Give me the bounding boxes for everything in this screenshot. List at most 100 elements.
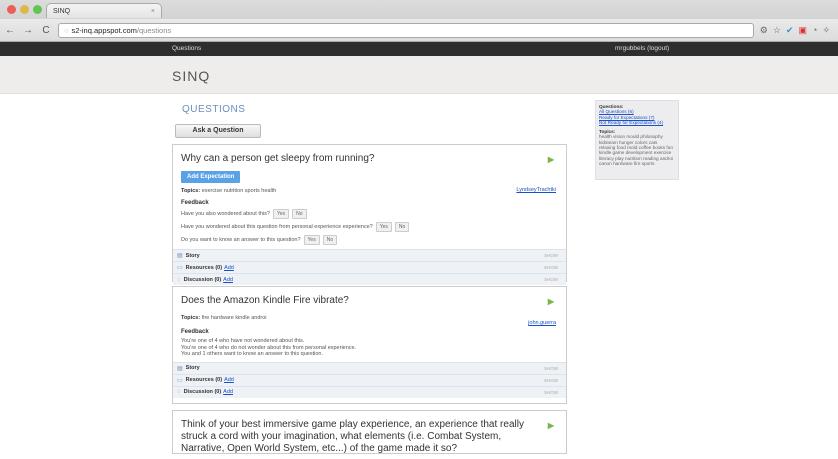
add-discussion-link[interactable]: Add bbox=[223, 277, 233, 283]
topics-value: exercise nutrition sports health bbox=[201, 188, 277, 194]
sidebar: Questions: All Questions (6) Ready for E… bbox=[595, 100, 679, 180]
add-resource-link[interactable]: Add bbox=[224, 377, 234, 383]
resources-icon: ▭ bbox=[177, 265, 183, 271]
forward-icon[interactable]: → bbox=[22, 25, 34, 36]
story-icon: ▤ bbox=[177, 365, 183, 372]
zoom-window-icon[interactable] bbox=[33, 5, 42, 14]
tab-close-icon[interactable]: × bbox=[151, 8, 155, 15]
url-host: s2-inq.appspot.com bbox=[71, 25, 137, 35]
page-icon: ◌ bbox=[64, 25, 69, 35]
topics-label: Topics: bbox=[181, 188, 201, 194]
show-toggle[interactable]: SHOW bbox=[544, 253, 558, 258]
site-logo[interactable]: SINQ bbox=[172, 68, 210, 84]
discussion-label: Discussion (0) bbox=[183, 276, 222, 283]
discussion-section: ◌ Discussion (0) Add SHOW bbox=[173, 273, 566, 285]
page-title: QUESTIONS bbox=[182, 104, 246, 115]
resources-label: Resources (0) bbox=[185, 264, 223, 271]
check-extension-icon[interactable]: ✔ bbox=[786, 25, 794, 36]
feedback-question: Do you want to know an answer to this qu… bbox=[181, 237, 301, 243]
browser-toolbar: ← → C ◌ s2-inq.appspot.com/questions ⚙ ☆… bbox=[0, 19, 838, 41]
show-toggle[interactable]: SHOW bbox=[544, 265, 558, 270]
feedback-heading: Feedback bbox=[181, 200, 209, 206]
discussion-label: Discussion (0) bbox=[183, 389, 222, 395]
address-bar[interactable]: ◌ s2-inq.appspot.com/questions bbox=[58, 22, 754, 38]
feedback-row: Do you want to know an answer to this qu… bbox=[181, 235, 558, 245]
question-topics: Topics: fire hardware kindle androi bbox=[181, 315, 558, 321]
feedback-row: Have you wondered about this question fr… bbox=[181, 222, 558, 232]
question-body: Does the Amazon Kindle Fire vibrate? Top… bbox=[173, 287, 566, 362]
story-label: Story bbox=[185, 252, 200, 259]
no-button[interactable]: No bbox=[322, 235, 338, 245]
yes-button[interactable]: Yes bbox=[303, 235, 320, 245]
topics-label: Topics: bbox=[181, 315, 201, 321]
question-topics: Topics: exercise nutrition sports health bbox=[181, 188, 558, 194]
show-toggle[interactable]: SHOW bbox=[544, 366, 558, 371]
minimize-window-icon[interactable] bbox=[20, 5, 29, 14]
discussion-icon: ◌ bbox=[177, 389, 181, 395]
tab-title: SINQ bbox=[53, 7, 71, 15]
add-discussion-link[interactable]: Add bbox=[223, 389, 233, 395]
question-body: Why can a person get sleepy from running… bbox=[173, 145, 566, 249]
sidebar-not-ready-link[interactable]: Not Ready for Expectations (4) bbox=[599, 120, 663, 125]
extension-icon-2[interactable]: ✧ bbox=[822, 25, 830, 36]
discussion-icon: ◌ bbox=[177, 276, 181, 283]
pdf-extension-icon[interactable]: ▣ bbox=[799, 25, 808, 36]
discussion-section: ◌ Discussion (0) Add SHOW bbox=[173, 385, 566, 398]
show-toggle[interactable]: SHOW bbox=[544, 390, 558, 395]
feedback-question: Have you wondered about this question fr… bbox=[181, 224, 373, 230]
user-logout-link[interactable]: mrgubbels (logout) bbox=[615, 45, 669, 52]
window-controls bbox=[7, 5, 42, 14]
no-button[interactable]: No bbox=[394, 222, 410, 232]
show-toggle[interactable]: SHOW bbox=[544, 277, 558, 282]
question-title[interactable]: Think of your best immersive game play e… bbox=[181, 419, 536, 455]
questions-nav-link[interactable]: Questions bbox=[172, 45, 201, 52]
ask-question-button[interactable]: Ask a Question bbox=[175, 124, 261, 138]
browser-chrome: SINQ × ← → C ◌ s2-inq.appspot.com/questi… bbox=[0, 0, 838, 42]
story-section: ▤ Story SHOW bbox=[173, 361, 566, 374]
url-path: /questions bbox=[136, 25, 172, 35]
add-resource-link[interactable]: Add bbox=[224, 265, 234, 271]
resources-section: ▭ Resources (0) Add SHOW bbox=[173, 373, 566, 386]
feedback-row: Have you also wondered about this? Yes N… bbox=[181, 209, 558, 219]
yes-button[interactable]: Yes bbox=[272, 209, 290, 219]
resources-section: ▭ Resources (0) Add SHOW bbox=[173, 261, 566, 273]
story-icon: ▤ bbox=[177, 253, 183, 259]
topics-value: fire hardware kindle androi bbox=[201, 315, 267, 321]
sidebar-all-questions-link[interactable]: All Questions (6) bbox=[599, 109, 634, 114]
feedback-question: Have you also wondered about this? bbox=[181, 211, 270, 217]
story-section: ▤ Story SHOW bbox=[173, 249, 566, 261]
reload-icon[interactable]: C bbox=[40, 25, 52, 36]
question-body: Think of your best immersive game play e… bbox=[173, 411, 566, 459]
extension-icon[interactable]: ◔ bbox=[812, 25, 817, 36]
resources-label: Resources (0) bbox=[185, 377, 223, 383]
yes-button[interactable]: Yes bbox=[375, 222, 392, 232]
flag-icon[interactable]: ▶ bbox=[548, 155, 554, 164]
no-button[interactable]: No bbox=[292, 209, 307, 219]
question-card: ▶ Think of your best immersive game play… bbox=[172, 410, 567, 454]
bookmark-star-icon[interactable]: ☆ bbox=[773, 25, 781, 36]
question-author-link[interactable]: john.guerra bbox=[528, 320, 556, 326]
question-title[interactable]: Does the Amazon Kindle Fire vibrate? bbox=[181, 295, 558, 307]
site-topbar: Questions mrgubbels (logout) bbox=[0, 42, 838, 56]
back-icon[interactable]: ← bbox=[4, 25, 16, 36]
resources-icon: ▭ bbox=[177, 377, 183, 384]
feedback-heading: Feedback bbox=[181, 329, 209, 335]
question-card: ▶ Why can a person get sleepy from runni… bbox=[172, 144, 567, 285]
main-page: QUESTIONS Ask a Question Questions: All … bbox=[0, 94, 838, 454]
feedback-summary: You and 1 others want to know an answer … bbox=[181, 351, 323, 357]
browser-tab[interactable]: SINQ × bbox=[46, 3, 162, 18]
sidebar-topics-list[interactable]: health vision mould philosophy kidsteam … bbox=[599, 134, 675, 166]
show-toggle[interactable]: SHOW bbox=[544, 378, 558, 383]
flag-icon[interactable]: ▶ bbox=[548, 421, 554, 430]
flag-icon[interactable]: ▶ bbox=[548, 297, 554, 306]
question-card: ▶ Does the Amazon Kindle Fire vibrate? T… bbox=[172, 286, 567, 404]
add-expectation-button[interactable]: Add Expectation bbox=[181, 171, 241, 183]
sidebar-ready-link[interactable]: Ready for Expectations (7) bbox=[599, 115, 655, 120]
extension-icons: ⚙ ☆ ✔ ▣ ◔ ✧ bbox=[760, 25, 834, 36]
question-author-link[interactable]: LyndseyTrachtki bbox=[516, 187, 556, 193]
story-label: Story bbox=[185, 365, 200, 371]
settings-icon[interactable]: ⚙ bbox=[760, 25, 768, 36]
close-window-icon[interactable] bbox=[7, 5, 16, 14]
site-header: SINQ bbox=[0, 56, 838, 94]
question-title[interactable]: Why can a person get sleepy from running… bbox=[181, 153, 558, 165]
